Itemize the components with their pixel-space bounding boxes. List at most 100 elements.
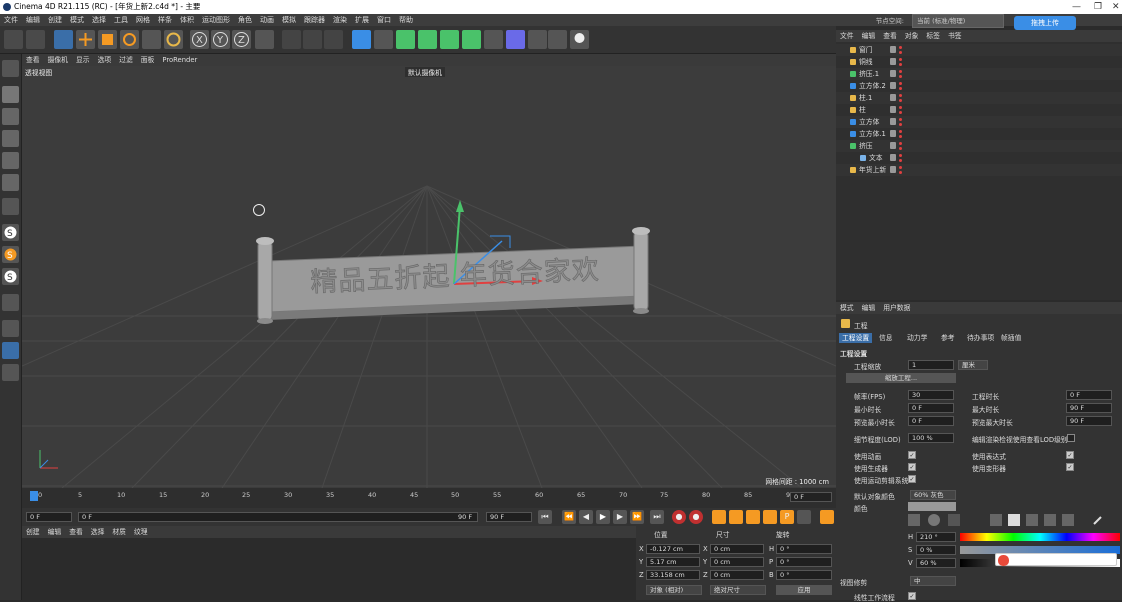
use-expressions-checkbox[interactable]: ✓ [1066,451,1074,459]
mat-menu-view[interactable]: 查看 [65,526,87,538]
lod-field[interactable]: 100 % [908,433,954,443]
editor-visibility-dot[interactable] [899,106,902,109]
axis-mode-icon[interactable] [2,198,19,215]
cube-icon[interactable] [352,30,371,49]
timeline-ruler[interactable]: 0 5 10 15 20 25 30 35 40 45 50 55 60 65 … [30,490,794,501]
menu-animate[interactable]: 动画 [256,14,278,26]
redo-icon[interactable] [26,30,45,49]
keyframe-selection-icon[interactable] [712,510,726,524]
default-color-select[interactable]: 60% 灰色 [910,490,956,500]
menu-select[interactable]: 选择 [88,14,110,26]
visibility-toggle[interactable] [890,46,896,53]
visibility-toggle[interactable] [890,58,896,65]
object-row[interactable]: 立方体.2 [836,80,1122,92]
autokey-icon[interactable]: ● [689,510,703,524]
visibility-toggle[interactable] [890,70,896,77]
render-visibility-dot[interactable] [899,171,902,174]
texture-mode-icon[interactable] [2,108,19,125]
vp-menu-filter[interactable]: 过滤 [115,54,137,66]
menu-volume[interactable]: 体积 [176,14,198,26]
y-axis-icon[interactable]: Y [211,30,230,49]
vp-menu-camera[interactable]: 摄像机 [44,54,72,66]
render-visibility-dot[interactable] [899,87,902,90]
recent-tool-icon[interactable] [142,30,161,49]
menu-create[interactable]: 创建 [44,14,66,26]
use-generators-checkbox[interactable]: ✓ [908,463,916,471]
pos-x-field[interactable]: -0.127 cm [646,544,700,554]
generator-icon[interactable] [396,30,415,49]
end-frame-field[interactable]: 90 F [486,512,532,522]
workplane-icon[interactable]: S [2,268,19,285]
solo-mode-icon[interactable] [2,364,19,381]
visibility-toggle[interactable] [890,166,896,173]
render-visibility-dot[interactable] [899,51,902,54]
eyedropper-icon[interactable] [1092,514,1104,526]
object-row[interactable]: 立方体.1 [836,128,1122,140]
tab-reference[interactable]: 参考 [938,333,958,343]
object-name[interactable]: 立方体.1 [859,128,886,140]
rgb-mode-icon[interactable] [990,514,1002,526]
scale-project-button[interactable]: 缩放工程... [846,373,956,383]
visibility-toggle[interactable] [890,106,896,113]
snap-icon[interactable]: S [2,224,19,241]
subdivision-icon[interactable] [462,30,481,49]
rot-p-field[interactable]: 0 ° [776,557,832,567]
menu-character[interactable]: 角色 [234,14,256,26]
size-mode-select[interactable]: 绝对尺寸 [710,585,766,595]
size-z-field[interactable]: 0 cm [710,570,764,580]
view-mode-icon[interactable] [2,60,19,77]
visibility-toggle[interactable] [890,94,896,101]
edges-mode-icon[interactable] [2,152,19,169]
kelvin-mode-icon[interactable] [1026,514,1038,526]
record-icon[interactable]: ● [672,510,686,524]
minimize-button[interactable]: — [1072,0,1081,14]
mat-menu-create[interactable]: 创建 [22,526,44,538]
start-frame-field[interactable]: 0 F [26,512,72,522]
field-icon[interactable] [506,30,525,49]
object-name[interactable]: 立方体.2 [859,80,886,92]
tab-todo[interactable]: 待办事项 [964,333,997,343]
tab-dynamics[interactable]: 动力学 [904,333,930,343]
editor-visibility-dot[interactable] [899,130,902,133]
editor-visibility-dot[interactable] [899,166,902,169]
rot-h-field[interactable]: 0 ° [776,544,832,554]
visibility-toggle[interactable] [890,142,896,149]
use-motion-system-checkbox[interactable]: ✓ [908,475,916,483]
render-visibility-dot[interactable] [899,135,902,138]
visibility-toggle[interactable] [890,82,896,89]
obj-menu-file[interactable]: 文件 [836,30,858,42]
menu-spline[interactable]: 样条 [154,14,176,26]
menu-render[interactable]: 渲染 [329,14,351,26]
editor-visibility-dot[interactable] [899,142,902,145]
editor-visibility-dot[interactable] [899,70,902,73]
coord-mode-select[interactable]: 对象 (相对) [646,585,702,595]
camera-icon[interactable] [548,30,567,49]
mat-menu-select[interactable]: 选择 [87,526,109,538]
scale-icon[interactable] [98,30,117,49]
hue-slider[interactable] [960,533,1120,541]
vp-menu-panel[interactable]: 面板 [137,54,159,66]
planar-workplane-icon[interactable] [2,320,19,337]
polygons-mode-icon[interactable] [2,174,19,191]
fps-field[interactable]: 30 [908,390,954,400]
key-rotation-icon[interactable] [763,510,777,524]
menu-tools[interactable]: 工具 [110,14,132,26]
linear-workflow-checkbox[interactable]: ✓ [908,592,916,600]
object-row[interactable]: 柱 [836,104,1122,116]
material-area[interactable] [22,538,636,600]
pose-icon[interactable] [164,30,183,49]
attr-menu-mode[interactable]: 模式 [836,302,858,314]
hue-field[interactable]: 210 ° [916,532,956,542]
mat-menu-material[interactable]: 材质 [108,526,130,538]
editor-visibility-dot[interactable] [899,58,902,61]
menu-help[interactable]: 帮助 [395,14,417,26]
obj-menu-tags[interactable]: 标签 [922,30,944,42]
object-name[interactable]: 铜线 [859,56,873,68]
goto-start-icon[interactable]: ⏮ [538,510,552,524]
render-visibility-dot[interactable] [899,159,902,162]
tab-info[interactable]: 信息 [876,333,896,343]
key-parameter-icon[interactable]: P [780,510,794,524]
solo-icon[interactable] [2,342,19,359]
next-frame-icon[interactable]: ▶ [613,510,627,524]
render-visibility-dot[interactable] [899,147,902,150]
